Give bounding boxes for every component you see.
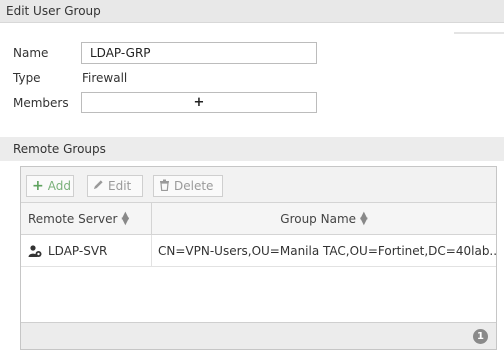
add-button[interactable]: + Add xyxy=(26,175,74,197)
group-name-cell: CN=VPN-Users,OU=Manila TAC,OU=Fortinet,D… xyxy=(158,244,496,258)
dialog-title: Edit User Group xyxy=(6,4,101,18)
remote-groups-toolbar: + Add Edit Delete xyxy=(21,167,496,203)
table-row[interactable]: LDAP-SVR CN=VPN-Users,OU=Manila TAC,OU=F… xyxy=(21,235,496,267)
ldap-user-icon xyxy=(28,244,42,258)
column-header-group-name[interactable]: Group Name ▲ ▼ xyxy=(152,203,496,235)
name-label: Name xyxy=(13,46,49,60)
plus-icon: + xyxy=(32,178,44,194)
table-footer: 1 xyxy=(21,322,496,349)
header-divider xyxy=(454,32,504,34)
remote-groups-panel: + Add Edit Delete Remote Server ▲ ▼ Group… xyxy=(20,166,497,350)
delete-button-label: Delete xyxy=(174,179,214,193)
members-label: Members xyxy=(13,96,69,110)
members-add-field[interactable]: + xyxy=(81,92,317,113)
remote-server-cell: LDAP-SVR xyxy=(21,235,152,267)
remote-groups-section-header: Remote Groups xyxy=(0,137,504,161)
sort-icon: ▲ ▼ xyxy=(360,210,368,227)
delete-button[interactable]: Delete xyxy=(153,175,223,197)
type-label: Type xyxy=(13,71,41,85)
dialog-title-bar: Edit User Group xyxy=(0,0,504,23)
add-button-label: Add xyxy=(47,179,71,193)
sort-icon: ▲ ▼ xyxy=(121,210,130,227)
remote-groups-title: Remote Groups xyxy=(13,142,106,156)
edit-button-label: Edit xyxy=(108,179,132,193)
pencil-icon xyxy=(93,179,104,193)
edit-button[interactable]: Edit xyxy=(87,175,143,197)
plus-icon: + xyxy=(193,95,205,110)
name-input[interactable] xyxy=(81,42,317,64)
table-header: Remote Server ▲ ▼ Group Name ▲ ▼ xyxy=(21,203,496,235)
trash-icon xyxy=(159,179,170,194)
column-header-remote-server[interactable]: Remote Server ▲ ▼ xyxy=(21,203,152,235)
type-value: Firewall xyxy=(82,71,128,85)
row-count-badge: 1 xyxy=(473,329,488,344)
